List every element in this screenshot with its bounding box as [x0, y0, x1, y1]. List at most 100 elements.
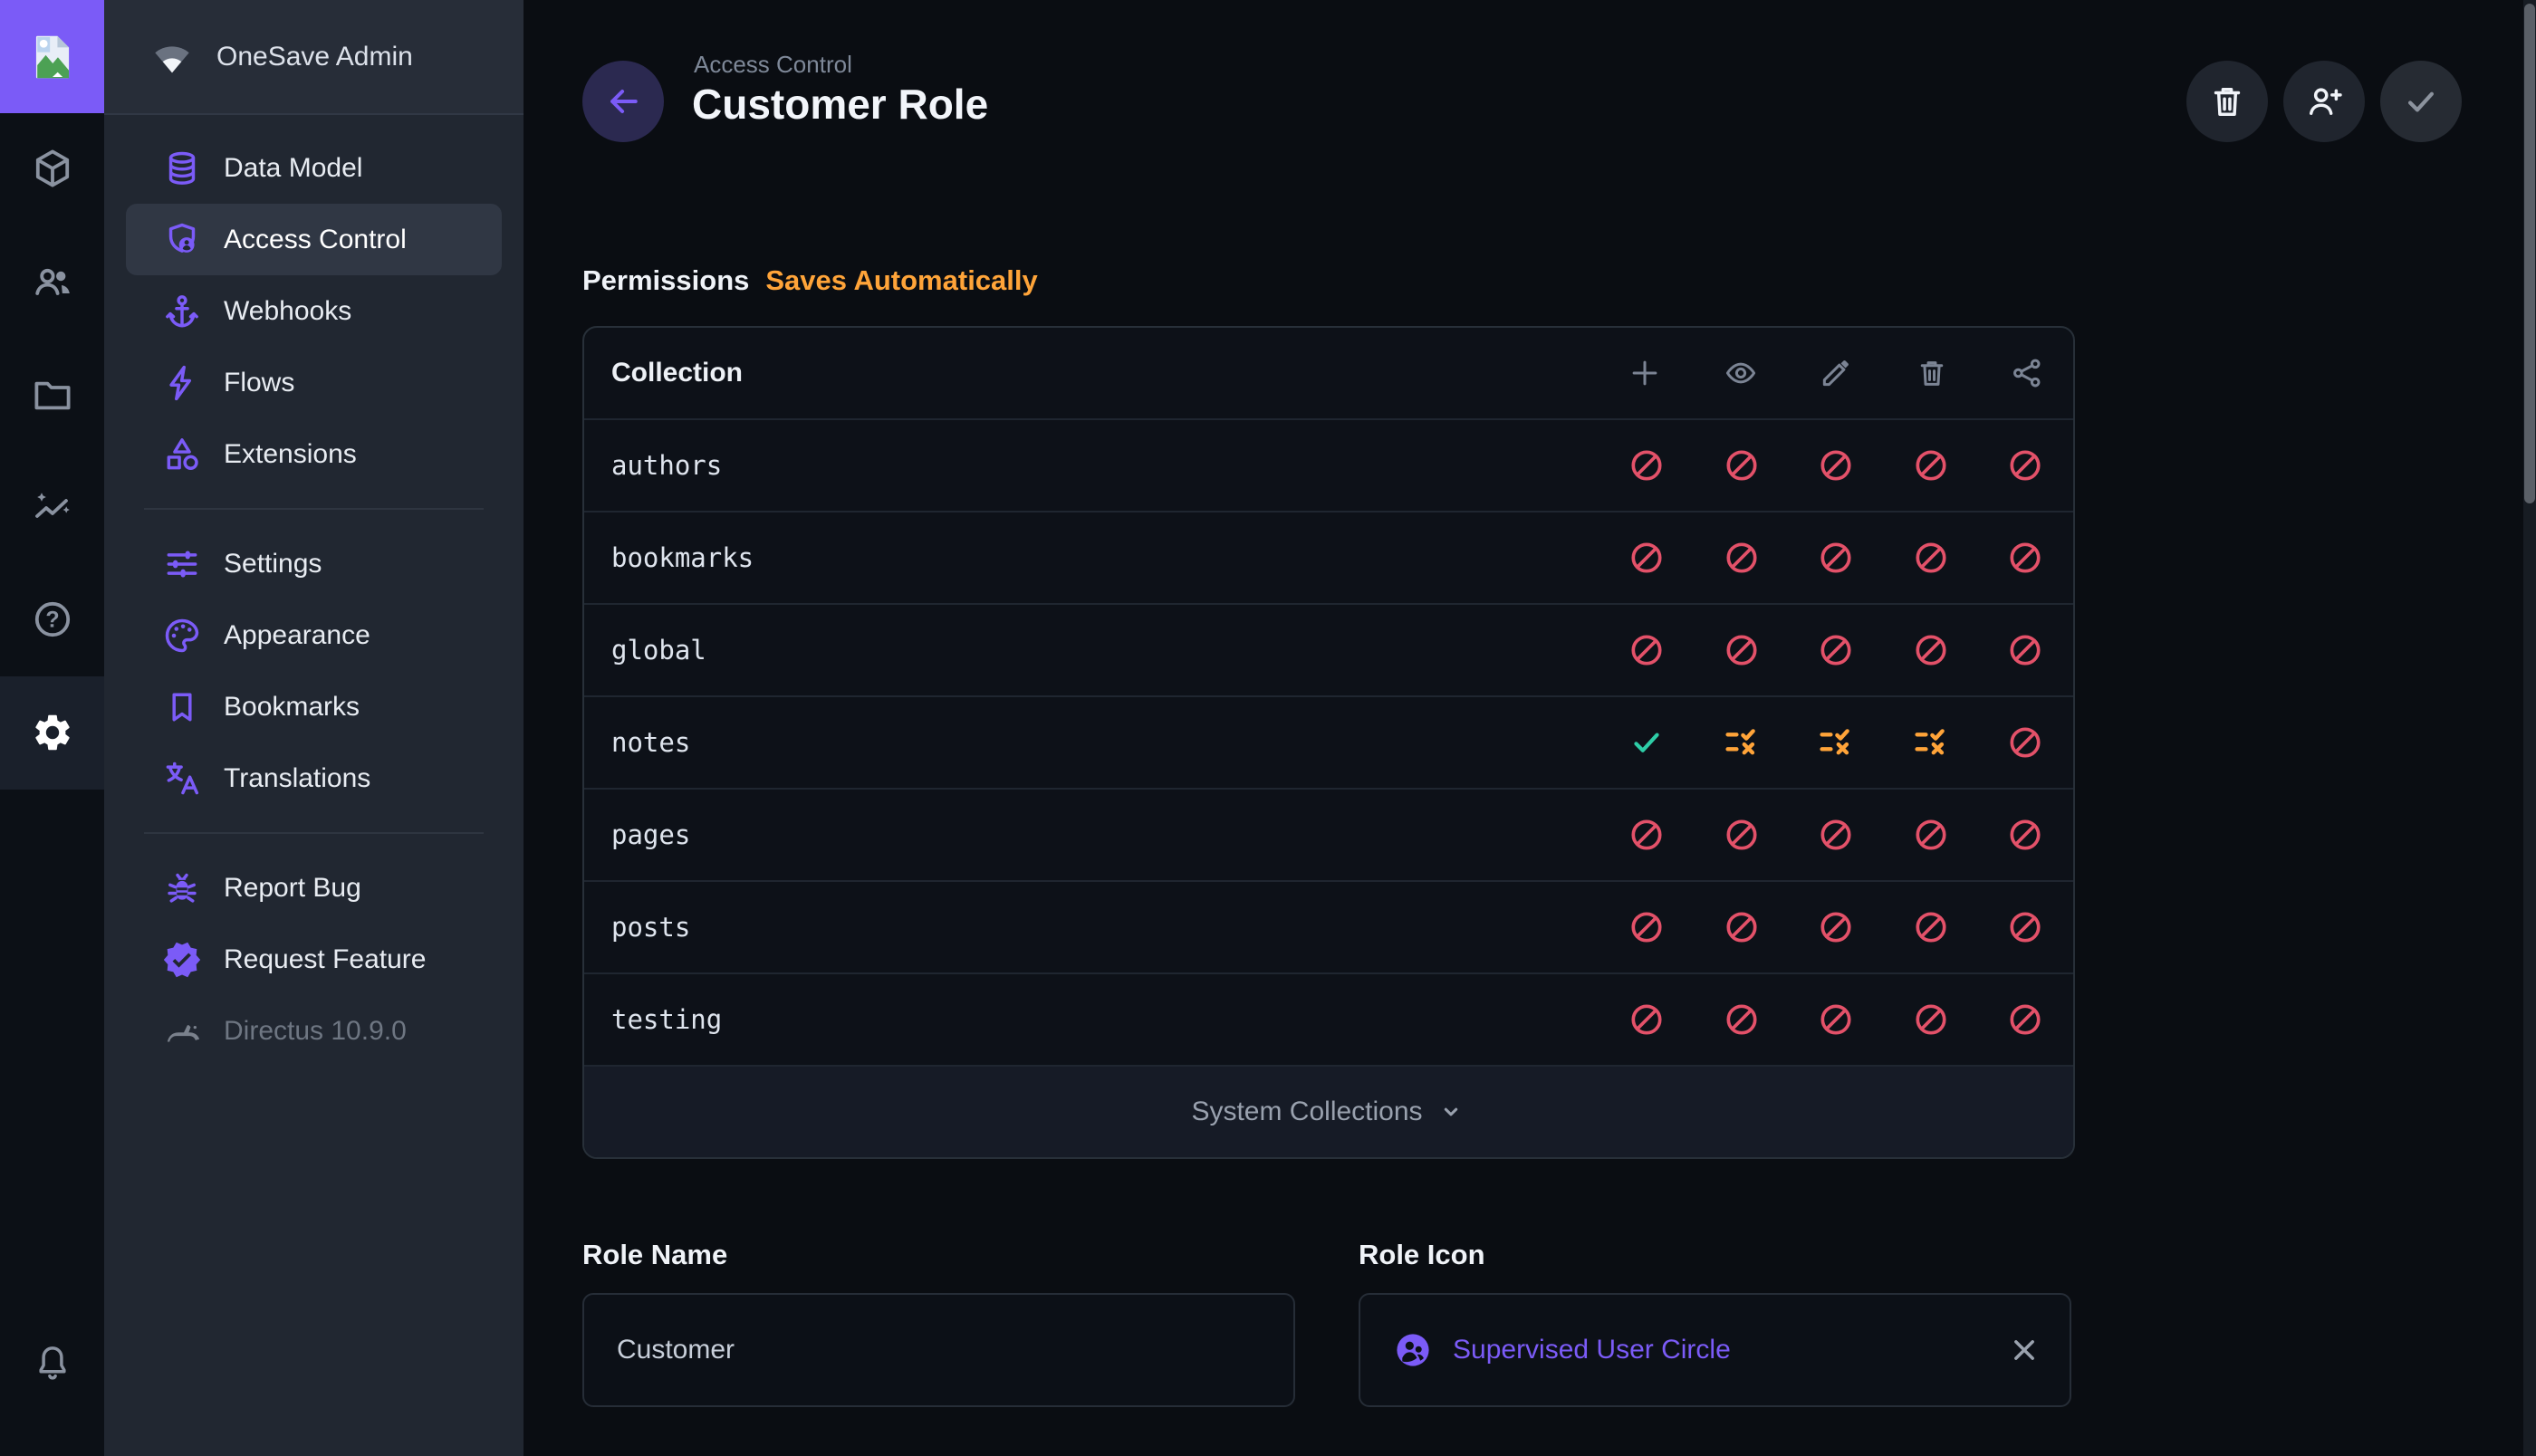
- no-access-icon[interactable]: [2006, 723, 2044, 762]
- custom-access-icon[interactable]: [1912, 723, 1950, 762]
- no-access-icon[interactable]: [2006, 631, 2044, 669]
- collection-name: pages: [584, 819, 1628, 850]
- no-access-icon[interactable]: [1723, 1001, 1761, 1039]
- no-access-icon[interactable]: [2006, 1001, 2044, 1039]
- no-access-icon[interactable]: [1628, 816, 1666, 854]
- nav-item-appearance[interactable]: Appearance: [126, 599, 502, 671]
- module-file-library[interactable]: [0, 351, 104, 438]
- badge-check-icon: [162, 940, 202, 980]
- no-access-icon[interactable]: [1912, 816, 1950, 854]
- no-access-icon[interactable]: [1817, 631, 1855, 669]
- bell-icon: [33, 1343, 72, 1383]
- no-access-icon[interactable]: [1912, 539, 1950, 577]
- share-column-icon: [2010, 356, 2044, 390]
- no-access-icon[interactable]: [1912, 631, 1950, 669]
- no-access-icon[interactable]: [1817, 539, 1855, 577]
- no-access-icon[interactable]: [1628, 908, 1666, 946]
- module-help[interactable]: [0, 576, 104, 663]
- project-logo[interactable]: [0, 0, 104, 113]
- nav-item-version[interactable]: Directus 10.9.0: [126, 995, 502, 1067]
- no-access-icon[interactable]: [1723, 631, 1761, 669]
- module-content[interactable]: [0, 125, 104, 212]
- back-button[interactable]: [582, 61, 664, 142]
- version-label: Directus 10.9.0: [224, 1016, 407, 1047]
- module-insights[interactable]: [0, 465, 104, 551]
- no-access-icon[interactable]: [1912, 1001, 1950, 1039]
- full-access-icon[interactable]: [1628, 723, 1666, 762]
- table-row: bookmarks: [584, 511, 2073, 603]
- delete-role-button[interactable]: [2186, 61, 2268, 142]
- no-access-icon[interactable]: [1817, 816, 1855, 854]
- nav-item-settings[interactable]: Settings: [126, 528, 502, 599]
- chevron-down-icon: [1436, 1097, 1466, 1127]
- nav-item-bookmarks[interactable]: Bookmarks: [126, 671, 502, 742]
- person-add-icon: [2304, 81, 2344, 121]
- nav-item-translations[interactable]: Translations: [126, 742, 502, 814]
- project-header[interactable]: OneSave Admin: [104, 0, 524, 115]
- no-access-icon[interactable]: [1817, 446, 1855, 484]
- arrow-left-icon: [603, 81, 643, 121]
- module-settings[interactable]: [0, 689, 104, 776]
- no-access-icon[interactable]: [2006, 539, 2044, 577]
- collection-name: posts: [584, 912, 1628, 943]
- action-column-headers: [1628, 356, 2044, 390]
- nav-item-flows[interactable]: Flows: [126, 347, 502, 418]
- read-column-icon: [1724, 356, 1758, 390]
- no-access-icon[interactable]: [1723, 816, 1761, 854]
- scrollbar-thumb[interactable]: [2524, 4, 2535, 503]
- nav-list: Data Model Access Control Webhooks Flows…: [104, 132, 524, 1067]
- breadcrumb[interactable]: Access Control: [694, 51, 852, 79]
- no-access-icon[interactable]: [1817, 908, 1855, 946]
- invite-users-button[interactable]: [2283, 61, 2365, 142]
- custom-access-icon[interactable]: [1723, 723, 1761, 762]
- permission-cells: [1628, 446, 2044, 484]
- main-content: Access Control Customer Role Permissions…: [524, 0, 2536, 1456]
- table-row: pages: [584, 788, 2073, 880]
- project-status-icon: [151, 37, 193, 77]
- nav-item-report-bug[interactable]: Report Bug: [126, 852, 502, 924]
- table-row: posts: [584, 880, 2073, 972]
- no-access-icon[interactable]: [1723, 446, 1761, 484]
- module-bar: [0, 0, 104, 1456]
- no-access-icon[interactable]: [2006, 816, 2044, 854]
- no-access-icon[interactable]: [1723, 908, 1761, 946]
- no-access-icon[interactable]: [1628, 539, 1666, 577]
- no-access-icon[interactable]: [2006, 446, 2044, 484]
- role-name-field: [582, 1293, 1295, 1407]
- no-access-icon[interactable]: [1628, 1001, 1666, 1039]
- no-access-icon[interactable]: [1723, 539, 1761, 577]
- nav-item-access-control[interactable]: Access Control: [126, 204, 502, 275]
- nav-item-extensions[interactable]: Extensions: [126, 418, 502, 490]
- nav-item-label: Webhooks: [224, 296, 351, 327]
- nav-item-webhooks[interactable]: Webhooks: [126, 275, 502, 347]
- system-collections-toggle[interactable]: System Collections: [584, 1065, 2073, 1157]
- nav-item-label: Translations: [224, 763, 370, 794]
- no-access-icon[interactable]: [1912, 446, 1950, 484]
- tune-icon: [162, 544, 202, 584]
- nav-item-label: Bookmarks: [224, 692, 360, 723]
- header-actions: [2186, 61, 2462, 142]
- no-access-icon[interactable]: [1817, 1001, 1855, 1039]
- clear-icon-button[interactable]: [2006, 1332, 2042, 1368]
- save-button[interactable]: [2380, 61, 2462, 142]
- role-name-label: Role Name: [582, 1239, 727, 1271]
- nav-item-label: Appearance: [224, 620, 370, 651]
- no-access-icon[interactable]: [1912, 908, 1950, 946]
- no-access-icon[interactable]: [2006, 908, 2044, 946]
- nav-item-label: Settings: [224, 549, 322, 580]
- role-name-input[interactable]: [584, 1295, 1293, 1405]
- translate-icon: [162, 759, 202, 799]
- nav-item-label: Extensions: [224, 439, 357, 470]
- table-header-row: Collection: [584, 328, 2073, 418]
- role-icon-field[interactable]: Supervised User Circle: [1359, 1293, 2071, 1407]
- no-access-icon[interactable]: [1628, 446, 1666, 484]
- notifications-button[interactable]: [0, 1319, 104, 1406]
- collection-name: bookmarks: [584, 542, 1628, 573]
- nav-divider: [144, 508, 484, 510]
- module-user-directory[interactable]: [0, 238, 104, 325]
- custom-access-icon[interactable]: [1817, 723, 1855, 762]
- nav-item-data-model[interactable]: Data Model: [126, 132, 502, 204]
- nav-item-request-feature[interactable]: Request Feature: [126, 924, 502, 995]
- table-row: global: [584, 603, 2073, 695]
- no-access-icon[interactable]: [1628, 631, 1666, 669]
